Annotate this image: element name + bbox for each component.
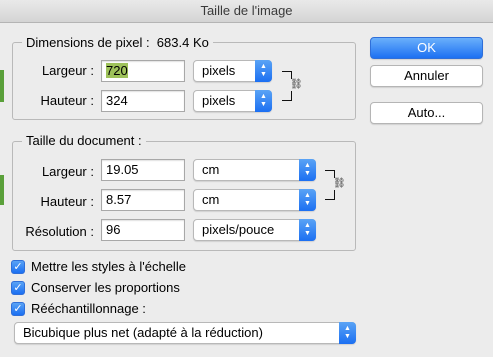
background-strip [0, 175, 4, 205]
resolution-unit-popup[interactable]: pixels/pouce ▲ ▼ [193, 219, 316, 241]
resolution-field[interactable]: 96 [101, 219, 185, 241]
pixel-height-field[interactable]: 324 [101, 90, 185, 112]
checkmark-icon: ✓ [13, 282, 23, 294]
doc-height-unit: cm [202, 192, 220, 207]
doc-height-unit-popup[interactable]: cm ▲ ▼ [193, 189, 316, 211]
checkmark-icon: ✓ [13, 261, 23, 273]
window-titlebar: Taille de l'image [0, 0, 493, 23]
ok-button[interactable]: OK [370, 37, 483, 59]
doc-height-field[interactable]: 8.57 [101, 189, 185, 211]
pixel-width-label: Largeur : [41, 63, 94, 78]
auto-button[interactable]: Auto... [370, 102, 483, 124]
resample-method-popup[interactable]: Bicubique plus net (adapté à la réductio… [14, 322, 356, 344]
pixel-width-unit-popup[interactable]: pixels ▲ ▼ [193, 60, 272, 82]
resample-checkbox[interactable]: ✓ [11, 302, 25, 316]
doc-height-value: 8.57 [106, 192, 132, 207]
up-down-chevron-icon: ▲ ▼ [255, 90, 272, 112]
constrain-proportions-checkbox[interactable]: ✓ [11, 281, 25, 295]
scale-styles-label: Mettre les styles à l'échelle [31, 259, 186, 274]
pixel-dimensions-title: Dimensions de pixel : [26, 35, 150, 50]
resolution-label: Résolution : [25, 224, 94, 239]
chain-link-icon: ⛓ [290, 79, 303, 91]
background-strip [0, 70, 4, 102]
resample-method-value: Bicubique plus net (adapté à la réductio… [23, 325, 263, 340]
up-down-chevron-icon: ▲ ▼ [299, 189, 316, 211]
pixel-width-unit: pixels [202, 63, 236, 78]
document-size-legend: Taille du document : [22, 133, 146, 148]
doc-width-value: 19.05 [106, 162, 139, 177]
up-down-chevron-icon: ▲ ▼ [299, 159, 316, 181]
pixel-height-unit-popup[interactable]: pixels ▲ ▼ [193, 90, 272, 112]
doc-height-label: Hauteur : [40, 194, 94, 209]
pixel-width-value: 720 [106, 63, 128, 78]
pixel-height-value: 324 [106, 93, 128, 108]
up-down-chevron-icon: ▲ ▼ [255, 60, 272, 82]
pixel-height-unit: pixels [202, 93, 236, 108]
window-title: Taille de l'image [200, 3, 293, 18]
resample-label: Rééchantillonnage : [31, 301, 146, 316]
up-down-chevron-icon: ▲ ▼ [299, 219, 316, 241]
constrain-proportions-label: Conserver les proportions [31, 280, 180, 295]
doc-width-unit: cm [202, 162, 220, 177]
pixel-dimensions-size: 683.4 Ko [156, 35, 209, 50]
cancel-button[interactable]: Annuler [370, 65, 483, 87]
resolution-unit: pixels/pouce [202, 222, 275, 237]
chain-link-icon: ⛓ [333, 178, 346, 190]
doc-width-unit-popup[interactable]: cm ▲ ▼ [193, 159, 316, 181]
doc-width-field[interactable]: 19.05 [101, 159, 185, 181]
scale-styles-checkbox[interactable]: ✓ [11, 260, 25, 274]
resolution-value: 96 [106, 222, 121, 237]
checkmark-icon: ✓ [13, 303, 23, 315]
pixel-dimensions-legend: Dimensions de pixel : 683.4 Ko [22, 35, 213, 50]
pixel-height-label: Hauteur : [40, 93, 94, 108]
pixel-width-field[interactable]: 720 [101, 60, 185, 82]
up-down-chevron-icon: ▲ ▼ [339, 322, 356, 344]
doc-width-label: Largeur : [41, 164, 94, 179]
